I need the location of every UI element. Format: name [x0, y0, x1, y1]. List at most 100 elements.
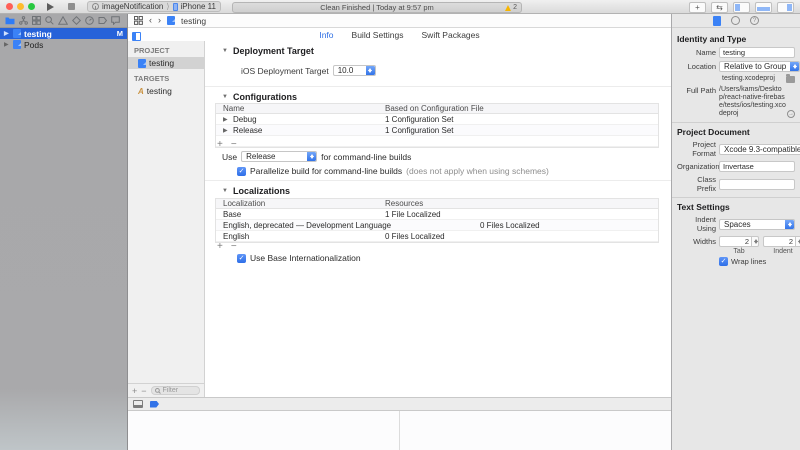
indent-width-field[interactable]: 2 — [763, 236, 796, 247]
editor-area: ‹ › testing Info Build Settings Swift Pa… — [128, 14, 672, 450]
disclosure-icon[interactable]: ▶ — [223, 116, 229, 123]
run-button[interactable] — [47, 3, 54, 11]
reports-icon[interactable] — [111, 16, 120, 25]
add-target-button[interactable]: + — [132, 386, 137, 396]
disclosure-icon[interactable]: ▶ — [223, 127, 229, 134]
toggle-navigator-button[interactable] — [733, 2, 750, 13]
debug-gauge-icon[interactable] — [85, 16, 94, 25]
parallelize-label: Parallelize build for command-line build… — [250, 166, 402, 176]
localizations-table: Localization Resources Base 1 File Local… — [215, 198, 659, 243]
breakpoints-icon[interactable] — [98, 16, 107, 25]
disclosure-icon[interactable]: ▶ — [4, 30, 10, 37]
toggle-debug-area-button[interactable] — [755, 2, 772, 13]
filter-placeholder: Filter — [163, 387, 179, 394]
jump-bar-file-name[interactable]: testing — [181, 16, 206, 26]
add-localization-button[interactable]: + — [217, 242, 223, 252]
back-button[interactable]: ‹ — [149, 16, 152, 25]
table-row[interactable]: English 0 Files Localized — [216, 231, 658, 242]
disclosure-icon[interactable]: ▶ — [4, 41, 10, 48]
add-configuration-button[interactable]: + — [217, 140, 223, 150]
parallelize-checkbox[interactable]: ✓ — [237, 167, 246, 176]
wrap-lines-row: ✓ Wrap lines — [677, 257, 795, 266]
disclosure-icon[interactable]: ▼ — [222, 48, 228, 54]
indent-using-value: Spaces — [720, 220, 785, 229]
indent-width-stepper[interactable] — [796, 236, 800, 247]
tab-build-settings[interactable]: Build Settings — [352, 30, 404, 40]
wrap-lines-label: Wrap lines — [731, 257, 766, 266]
activity-status-window: Clean Finished | Today at 9:57 pm 2 — [232, 2, 522, 13]
table-row[interactable]: English, deprecated — Development Langua… — [216, 220, 658, 231]
localization-value: 0 Files Localized — [381, 232, 658, 241]
base-internationalization-checkbox[interactable]: ✓ — [237, 254, 246, 263]
name-label: Name — [677, 48, 719, 57]
sidebar-item-project-testing[interactable]: testing — [128, 57, 204, 69]
scheme-separator: ⟩ — [166, 2, 169, 11]
minimize-window-button[interactable] — [17, 3, 24, 10]
organization-field[interactable]: Invertase — [719, 161, 795, 172]
issues-icon[interactable] — [58, 16, 68, 25]
editor-options-icon[interactable]: ⇆ — [711, 2, 728, 13]
zoom-window-button[interactable] — [28, 3, 35, 10]
divider — [672, 197, 800, 198]
file-inspector-icon[interactable] — [713, 16, 721, 26]
breakpoints-toggle-icon[interactable] — [150, 401, 159, 408]
choose-location-folder-icon[interactable] — [786, 76, 795, 83]
library-button[interactable]: + — [689, 2, 706, 13]
disclosure-icon[interactable]: ▼ — [222, 188, 228, 194]
project-item-label: testing — [149, 58, 174, 68]
warning-badge[interactable]: 2 — [505, 4, 517, 11]
tab-width-field[interactable]: 2 — [719, 236, 752, 247]
history-inspector-icon[interactable] — [731, 16, 740, 25]
scheme-selector[interactable]: imageNotification ⟩ iPhone 11 — [87, 1, 221, 12]
tests-icon[interactable] — [72, 16, 81, 25]
warning-count: 2 — [513, 4, 517, 11]
disclosure-icon[interactable]: ▼ — [222, 94, 228, 100]
stop-button[interactable] — [68, 3, 75, 10]
filter-input[interactable]: Filter — [151, 386, 200, 395]
project-navigator-icon[interactable] — [5, 16, 15, 25]
console-view — [399, 411, 671, 450]
close-window-button[interactable] — [6, 3, 13, 10]
window-controls — [6, 3, 35, 10]
location-select[interactable]: Relative to Group — [719, 61, 800, 72]
navigator-item-pods[interactable]: ▶ Pods — [0, 39, 127, 50]
name-field[interactable]: testing — [719, 47, 795, 58]
tab-swift-packages[interactable]: Swift Packages — [422, 30, 480, 40]
remove-configuration-button[interactable]: − — [231, 140, 237, 150]
show-projects-list-icon[interactable] — [132, 32, 141, 41]
remove-localization-button[interactable]: − — [231, 242, 237, 252]
project-format-select[interactable]: Xcode 9.3-compatible — [719, 144, 800, 155]
status-text: Clean Finished | Today at 9:57 pm — [320, 3, 434, 12]
quick-help-icon[interactable]: ? — [750, 16, 759, 25]
remove-target-button[interactable]: − — [141, 386, 146, 396]
deployment-target-select[interactable]: 10.0 — [333, 65, 376, 76]
source-control-icon[interactable] — [19, 16, 28, 25]
table-row[interactable]: Base 1 File Localized — [216, 209, 658, 220]
section-localizations: ▼ Localizations — [222, 186, 290, 196]
tab-width-stepper[interactable] — [752, 236, 759, 247]
table-row[interactable]: ▶Debug 1 Configuration Set — [216, 114, 658, 125]
project-header: PROJECT — [128, 41, 204, 57]
class-prefix-field[interactable] — [719, 179, 795, 190]
wrap-lines-checkbox[interactable]: ✓ — [719, 257, 728, 266]
sidebar-item-target-testing[interactable]: A testing — [128, 85, 204, 97]
symbols-icon[interactable] — [32, 16, 41, 25]
tab-info[interactable]: Info — [319, 30, 333, 40]
targets-header: TARGETS — [128, 69, 204, 85]
related-items-icon[interactable] — [134, 16, 143, 25]
window-toolbar: imageNotification ⟩ iPhone 11 Clean Fini… — [0, 0, 800, 14]
reveal-in-finder-icon[interactable]: → — [787, 110, 795, 118]
forward-button[interactable]: › — [158, 16, 161, 25]
indent-using-select[interactable]: Spaces — [719, 219, 795, 230]
hide-debug-area-icon[interactable] — [133, 400, 143, 408]
search-icon[interactable] — [45, 16, 54, 25]
command-line-config-select[interactable]: Release — [241, 151, 317, 162]
full-path-value: /Users/kams/Desktop/react-native-firebas… — [719, 86, 787, 118]
table-header: Localization Resources — [216, 199, 658, 209]
table-row[interactable]: ▶Release 1 Configuration Set — [216, 125, 658, 136]
toggle-inspector-button[interactable] — [777, 2, 794, 13]
organization-row: Organization Invertase — [677, 161, 795, 172]
name-row: Name testing — [677, 47, 795, 58]
navigator-panel: ▶ testing M ▶ Pods — [0, 14, 128, 450]
navigator-item-testing[interactable]: ▶ testing M — [0, 28, 127, 39]
